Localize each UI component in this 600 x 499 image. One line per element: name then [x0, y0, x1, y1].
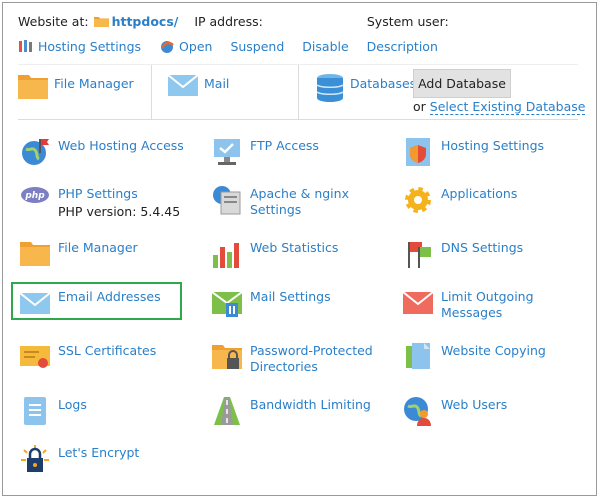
open-icon	[160, 40, 174, 53]
add-database-button[interactable]: Add Database	[413, 69, 511, 98]
logs-icon	[24, 397, 46, 425]
tile-label: Mail Settings	[250, 289, 331, 304]
mail-settings-icon	[212, 291, 242, 317]
hosting-settings-link[interactable]: Hosting Settings	[18, 39, 141, 54]
envelope-icon	[168, 74, 198, 96]
tile-lets-encrypt[interactable]: Let's Encrypt	[20, 444, 195, 474]
tile-label: Logs	[58, 397, 87, 412]
folder-icon	[93, 16, 109, 27]
tile-label: PHP Settings	[58, 186, 138, 201]
tile-ssl-certificates[interactable]: SSL Certificates	[20, 342, 195, 372]
lock-sun-icon	[21, 445, 49, 472]
tile-label: Website Copying	[441, 343, 546, 358]
tile-label: FTP Access	[250, 138, 319, 153]
tile-file-manager[interactable]: File Manager	[20, 239, 195, 269]
tile-limit-outgoing-messages[interactable]: Limit Outgoing Messages	[403, 288, 578, 321]
envelope-icon	[20, 292, 50, 314]
disable-link[interactable]: Disable	[302, 39, 348, 54]
quick-databases[interactable]: Databases	[316, 65, 416, 120]
dns-flags-icon	[408, 242, 431, 268]
tile-logs[interactable]: Logs	[20, 396, 195, 426]
open-link[interactable]: Open	[159, 39, 212, 54]
databases-label: Databases	[350, 76, 417, 91]
ip-value-redacted	[268, 14, 355, 28]
quick-mail[interactable]: Mail	[168, 65, 229, 120]
copy-pages-icon	[406, 343, 430, 369]
tile-label: Limit Outgoing Messages	[441, 289, 534, 320]
server-globe-icon	[213, 186, 241, 215]
globe-flag-icon	[22, 139, 49, 165]
folder-icon	[18, 75, 48, 99]
site-name-link[interactable]: httpdocs/	[112, 14, 179, 29]
gear-icon	[405, 187, 431, 213]
tile-label: Password-Protected Directories	[250, 343, 373, 374]
tile-label: Email Addresses	[58, 289, 161, 304]
tile-dns-settings[interactable]: DNS Settings	[403, 239, 578, 269]
tile-label: Web Users	[441, 397, 508, 412]
hosting-settings-label: Hosting Settings	[38, 38, 142, 54]
svg-text:php: php	[24, 191, 45, 201]
ip-label: IP address:	[194, 13, 263, 29]
divider	[151, 65, 152, 120]
open-label: Open	[179, 38, 213, 54]
tile-web-statistics[interactable]: Web Statistics	[212, 239, 387, 269]
tile-mail-settings[interactable]: Mail Settings	[212, 288, 387, 318]
tile-label: Hosting Settings	[441, 138, 545, 153]
folder-lock-icon	[212, 345, 242, 369]
quick-file-manager[interactable]: File Manager	[18, 65, 134, 120]
ftp-monitor-icon	[214, 139, 240, 165]
tile-website-copying[interactable]: Website Copying	[403, 342, 578, 372]
suspend-link[interactable]: Suspend	[230, 39, 284, 54]
select-existing-database-link[interactable]: Select Existing Database	[429, 99, 586, 115]
tile-label: SSL Certificates	[58, 343, 157, 358]
wrench-icon	[19, 40, 32, 52]
tile-bandwidth-limiting[interactable]: Bandwidth Limiting	[212, 396, 387, 426]
tile-ftp-access[interactable]: FTP Access	[212, 137, 387, 167]
tile-label: Applications	[441, 186, 518, 201]
system-user-label: System user:	[366, 13, 449, 29]
php-icon: php	[21, 187, 49, 203]
description-link[interactable]: Description	[367, 39, 438, 54]
tile-label: Bandwidth Limiting	[250, 397, 371, 412]
file-manager-label: File Manager	[54, 76, 134, 91]
action-links: Hosting Settings Open Suspend Disable De…	[18, 36, 456, 56]
tile-php-settings[interactable]: php PHP Settings PHP version: 5.4.45	[20, 185, 195, 220]
tile-applications[interactable]: Applications	[403, 185, 578, 215]
tile-password-protected-directories[interactable]: Password-Protected Directories	[212, 342, 387, 375]
database-icon	[316, 74, 344, 102]
folder-icon	[20, 242, 50, 266]
tile-apache-nginx-settings[interactable]: Apache & nginx Settings	[212, 185, 387, 218]
road-icon	[214, 397, 240, 425]
tile-label: Web Statistics	[250, 240, 339, 255]
envelope-red-icon	[403, 291, 433, 314]
website-header: Website at: httpdocs/ IP address: System…	[18, 11, 505, 31]
or-text: or	[413, 99, 426, 114]
system-user-value-redacted	[454, 14, 505, 28]
php-version-text: PHP version: 5.4.45	[58, 204, 181, 219]
tile-label: Let's Encrypt	[58, 445, 140, 460]
tile-label: File Manager	[58, 240, 138, 255]
divider	[298, 65, 299, 120]
website-label: Website at:	[18, 13, 89, 29]
mail-label: Mail	[204, 76, 230, 91]
tile-web-hosting-access[interactable]: Web Hosting Access	[20, 137, 195, 167]
tile-hosting-settings[interactable]: Hosting Settings	[403, 137, 578, 167]
select-existing-line: or Select Existing Database	[413, 99, 586, 115]
tile-label: Web Hosting Access	[58, 138, 184, 153]
tile-web-users[interactable]: Web Users	[403, 396, 578, 426]
tile-email-addresses[interactable]: Email Addresses	[20, 288, 195, 318]
document-shield-icon	[406, 138, 430, 166]
quick-access-row: File Manager Mail Databases Add Database…	[18, 64, 586, 120]
bar-chart-icon	[213, 243, 239, 268]
certificate-icon	[20, 346, 50, 368]
web-user-icon	[404, 397, 431, 426]
tile-label: Apache & nginx Settings	[250, 186, 349, 217]
tile-label: DNS Settings	[441, 240, 524, 255]
